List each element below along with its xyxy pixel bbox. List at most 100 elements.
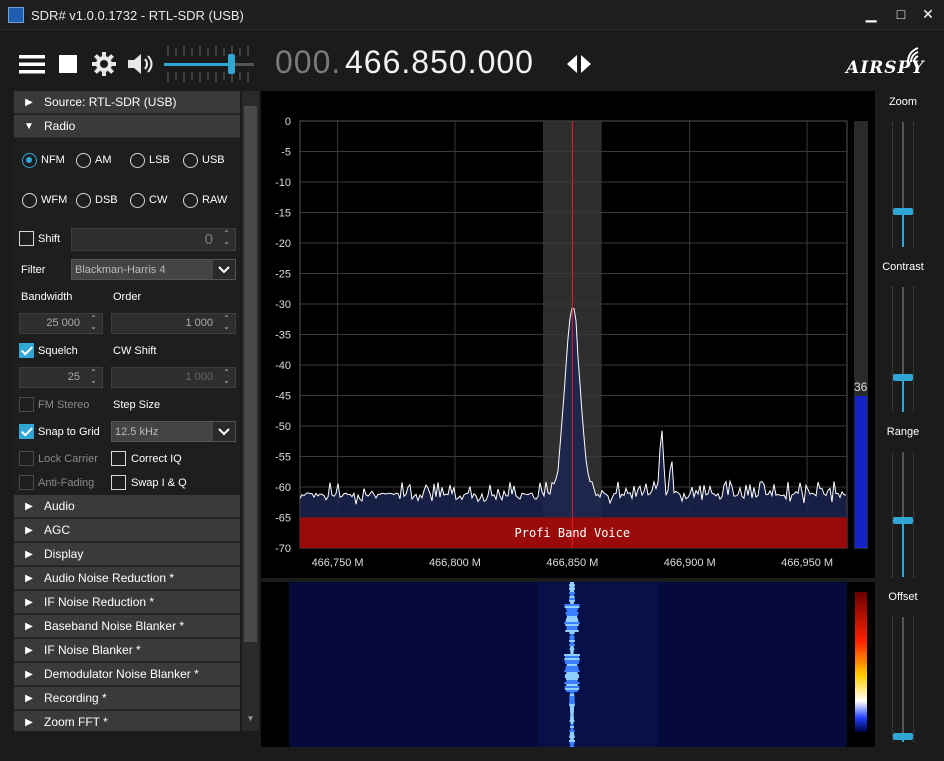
section-agc[interactable]: ▶ AGC: [14, 519, 240, 542]
close-button[interactable]: ✕: [913, 0, 943, 28]
y-tick-label: -35: [275, 330, 291, 342]
cwshift-spinner[interactable]: ⌃ ⌄: [220, 369, 233, 386]
waterfall-signal: [566, 614, 578, 616]
gear-icon[interactable]: [89, 47, 119, 81]
antifading-checkbox[interactable]: [19, 475, 34, 490]
waterfall-signal: [564, 670, 580, 672]
shift-spinner[interactable]: ⌃ ⌄: [220, 230, 233, 247]
order-spinner[interactable]: ⌃ ⌄: [220, 315, 233, 332]
frequency-prefix[interactable]: 000.: [275, 44, 341, 81]
waterfall-signal: [566, 608, 578, 610]
contrast-label: Contrast: [882, 261, 924, 273]
volume-slider[interactable]: [164, 44, 256, 84]
filter-select[interactable]: Blackman-Harris 4: [71, 259, 236, 280]
stepsize-select[interactable]: 12.5 kHz: [111, 421, 236, 442]
scroll-down-icon[interactable]: ▼: [244, 714, 257, 723]
swapiq-checkbox[interactable]: [111, 475, 126, 490]
waterfall-signal: [569, 644, 575, 646]
waterfall-signal: [565, 630, 579, 632]
contrast-slider-thumb[interactable]: [893, 374, 913, 381]
lockcarrier-checkbox[interactable]: [19, 451, 34, 466]
radio-lsb-label: LSB: [149, 154, 170, 166]
squelch-field[interactable]: 25 ⌃ ⌄: [19, 367, 103, 388]
snap-label: Snap to Grid: [38, 426, 100, 438]
bandwidth-spinner[interactable]: ⌃ ⌄: [87, 315, 100, 332]
radio-raw[interactable]: [183, 193, 198, 208]
section-source[interactable]: ▶ Source: RTL-SDR (USB): [14, 91, 240, 114]
waterfall-signal: [569, 592, 575, 594]
section-radio[interactable]: ▼ Radio: [14, 115, 240, 138]
waterfall-signal: [570, 712, 574, 714]
radio-lsb[interactable]: [130, 153, 145, 168]
menu-icon[interactable]: [17, 47, 47, 81]
waterfall-signal: [566, 672, 578, 674]
spectrum-display[interactable]: 0 -5 -10 -15 -20 -25 -30 -35 -40 -45 -50 -55 -60 -65 -…: [261, 91, 875, 578]
squelch-checkbox[interactable]: [19, 343, 34, 358]
contrast-slider-track[interactable]: [902, 287, 904, 412]
y-tick-label: -65: [275, 513, 291, 525]
waterfall-signal: [569, 740, 575, 742]
maximize-button[interactable]: □: [886, 0, 916, 28]
minimize-button[interactable]: ▁: [856, 0, 886, 28]
x-tick-label: 466,900 M: [664, 557, 716, 569]
section-label: Zoom FFT *: [44, 715, 108, 729]
stop-icon[interactable]: [53, 47, 83, 81]
spectrum-chart[interactable]: 0 -5 -10 -15 -20 -25 -30 -35 -40 -45 -50 -55 -60 -65 -…: [261, 91, 875, 578]
waterfall-signal: [564, 658, 580, 660]
range-slider-track[interactable]: [902, 452, 904, 577]
antifading-label: Anti-Fading: [38, 477, 95, 489]
waterfall-signal: [564, 654, 580, 656]
section-radio-label: Radio: [44, 119, 76, 133]
squelch-spinner[interactable]: ⌃ ⌄: [87, 369, 100, 386]
offset-slider-track[interactable]: [902, 617, 904, 742]
waterfall-signal: [569, 704, 575, 706]
waterfall-signal: [569, 588, 575, 590]
frequency-display[interactable]: 466.850.000: [345, 44, 534, 81]
expand-arrow-icon: ▶: [25, 620, 33, 632]
section-baseband-noise-blanker[interactable]: ▶ Baseband Noise Blanker *: [14, 615, 240, 638]
radio-wfm[interactable]: [22, 193, 37, 208]
section-label: Audio: [44, 499, 75, 513]
radio-dsb[interactable]: [76, 193, 91, 208]
section-label: Display: [44, 547, 84, 561]
radio-am[interactable]: [76, 153, 91, 168]
fmstereo-checkbox[interactable]: [19, 397, 34, 412]
section-audio[interactable]: ▶ Audio: [14, 495, 240, 518]
offset-slider-thumb[interactable]: [893, 732, 913, 740]
cwshift-field[interactable]: 1 000 ⌃ ⌄: [111, 367, 236, 388]
shift-checkbox[interactable]: [19, 231, 34, 246]
radio-am-label: AM: [95, 154, 112, 166]
waterfall-chart[interactable]: [261, 582, 875, 748]
speaker-icon[interactable]: [125, 47, 155, 81]
left-scrollbar-thumb[interactable]: [244, 106, 257, 642]
zoom-slider-thumb[interactable]: [893, 207, 913, 215]
radio-nfm[interactable]: [22, 153, 37, 168]
chevron-down-icon: [213, 260, 235, 279]
bandwidth-field[interactable]: 25 000 ⌃ ⌄: [19, 313, 103, 334]
range-slider-thumb[interactable]: [893, 516, 913, 524]
section-if-noise-blanker[interactable]: ▶ IF Noise Blanker *: [14, 639, 240, 662]
zoom-slider-track[interactable]: [902, 122, 904, 247]
section-zoom-fft[interactable]: ▶ Zoom FFT *: [14, 711, 240, 731]
snap-checkbox[interactable]: [19, 424, 34, 439]
waterfall-display[interactable]: [261, 582, 875, 748]
tune-arrows-icon[interactable]: [564, 47, 594, 81]
waterfall-signal: [564, 606, 580, 608]
order-field[interactable]: 1 000 ⌃ ⌄: [111, 313, 236, 334]
waterfall-color-scale: [855, 592, 867, 732]
waterfall-signal: [566, 684, 578, 686]
section-recording[interactable]: ▶ Recording *: [14, 687, 240, 710]
waterfall-signal: [569, 594, 575, 596]
waterfall-signal: [569, 636, 575, 638]
section-if-noise-reduction[interactable]: ▶ IF Noise Reduction *: [14, 591, 240, 614]
waterfall-signal: [569, 696, 575, 698]
section-display[interactable]: ▶ Display: [14, 543, 240, 566]
radio-usb[interactable]: [183, 153, 198, 168]
section-demodulator-noise-blanker[interactable]: ▶ Demodulator Noise Blanker *: [14, 663, 240, 686]
waterfall-signal: [566, 678, 578, 680]
y-tick-label: -10: [275, 177, 291, 189]
correctiq-checkbox[interactable]: [111, 451, 126, 466]
radio-cw[interactable]: [130, 193, 145, 208]
section-audio-noise-reduction[interactable]: ▶ Audio Noise Reduction *: [14, 567, 240, 590]
shift-field[interactable]: 0 ⌃ ⌄: [71, 228, 236, 251]
